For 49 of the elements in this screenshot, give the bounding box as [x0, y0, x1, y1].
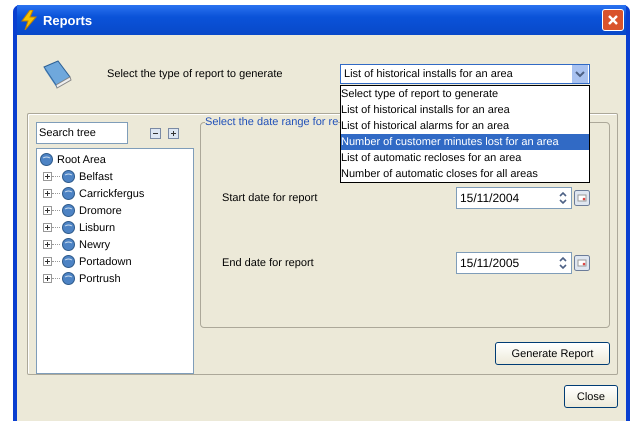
globe-icon	[62, 272, 75, 285]
book-icon	[41, 59, 73, 89]
expand-icon[interactable]	[43, 189, 52, 198]
tree-item[interactable]: Lisburn	[79, 222, 116, 234]
globe-icon	[62, 238, 75, 251]
end-date-label: End date for report	[222, 257, 315, 269]
globe-icon	[62, 170, 75, 183]
globe-icon	[62, 204, 75, 217]
dropdown-option[interactable]: Number of automatic closes for all areas	[341, 166, 589, 182]
dropdown-option[interactable]: List of historical alarms for an area	[341, 118, 589, 134]
start-date-field[interactable]: 15/11/2004	[456, 187, 572, 209]
dropdown-option[interactable]: Number of customer minutes lost for an area	[341, 134, 589, 150]
generate-report-button[interactable]: Generate Report	[495, 342, 610, 365]
spinner-icon[interactable]	[558, 190, 568, 206]
expand-icon[interactable]	[43, 206, 52, 215]
lightning-icon	[21, 10, 37, 30]
spinner-icon[interactable]	[558, 255, 568, 271]
calendar-icon[interactable]	[574, 190, 590, 206]
globe-icon	[62, 187, 75, 200]
tree-item[interactable]: Root Area	[57, 154, 106, 166]
close-icon[interactable]	[602, 9, 624, 31]
end-date-field[interactable]: 15/11/2005	[456, 252, 572, 274]
start-date-label: Start date for report	[222, 192, 318, 204]
tree-item[interactable]: Portrush	[79, 272, 121, 284]
dropdown-option[interactable]: List of historical installs for an area	[341, 102, 589, 118]
dropdown-option[interactable]: Select type of report to generate	[341, 86, 589, 102]
collapse-icon[interactable]	[150, 128, 161, 138]
window-title: Reports	[43, 12, 94, 28]
globe-icon	[40, 153, 53, 166]
globe-icon	[62, 221, 75, 234]
expand-icon[interactable]	[43, 240, 52, 249]
expand-icon[interactable]	[43, 274, 52, 283]
report-type-dropdown[interactable]: List of historical installs for an area	[340, 64, 590, 84]
report-type-label: Select the type of report to generate	[107, 68, 284, 80]
close-button[interactable]: Close	[564, 385, 618, 408]
expand-icon[interactable]	[43, 257, 52, 266]
search-field[interactable]: Search tree	[36, 122, 128, 144]
tree-item[interactable]: Carrickfergus	[79, 188, 144, 200]
globe-icon	[62, 255, 75, 268]
tree-item[interactable]: Portadown	[79, 256, 132, 268]
expand-icon[interactable]	[43, 172, 52, 181]
dropdown-option[interactable]: List of automatic recloses for an area	[341, 150, 589, 166]
tree-item[interactable]: Dromore	[79, 204, 122, 216]
tree-item[interactable]: Newry	[79, 238, 110, 250]
date-range-legend: Select the date range for re	[205, 116, 338, 128]
expand-icon[interactable]	[168, 128, 179, 138]
calendar-icon[interactable]	[574, 255, 590, 271]
expand-icon[interactable]	[43, 223, 52, 232]
tree-item[interactable]: Belfast	[79, 170, 113, 182]
